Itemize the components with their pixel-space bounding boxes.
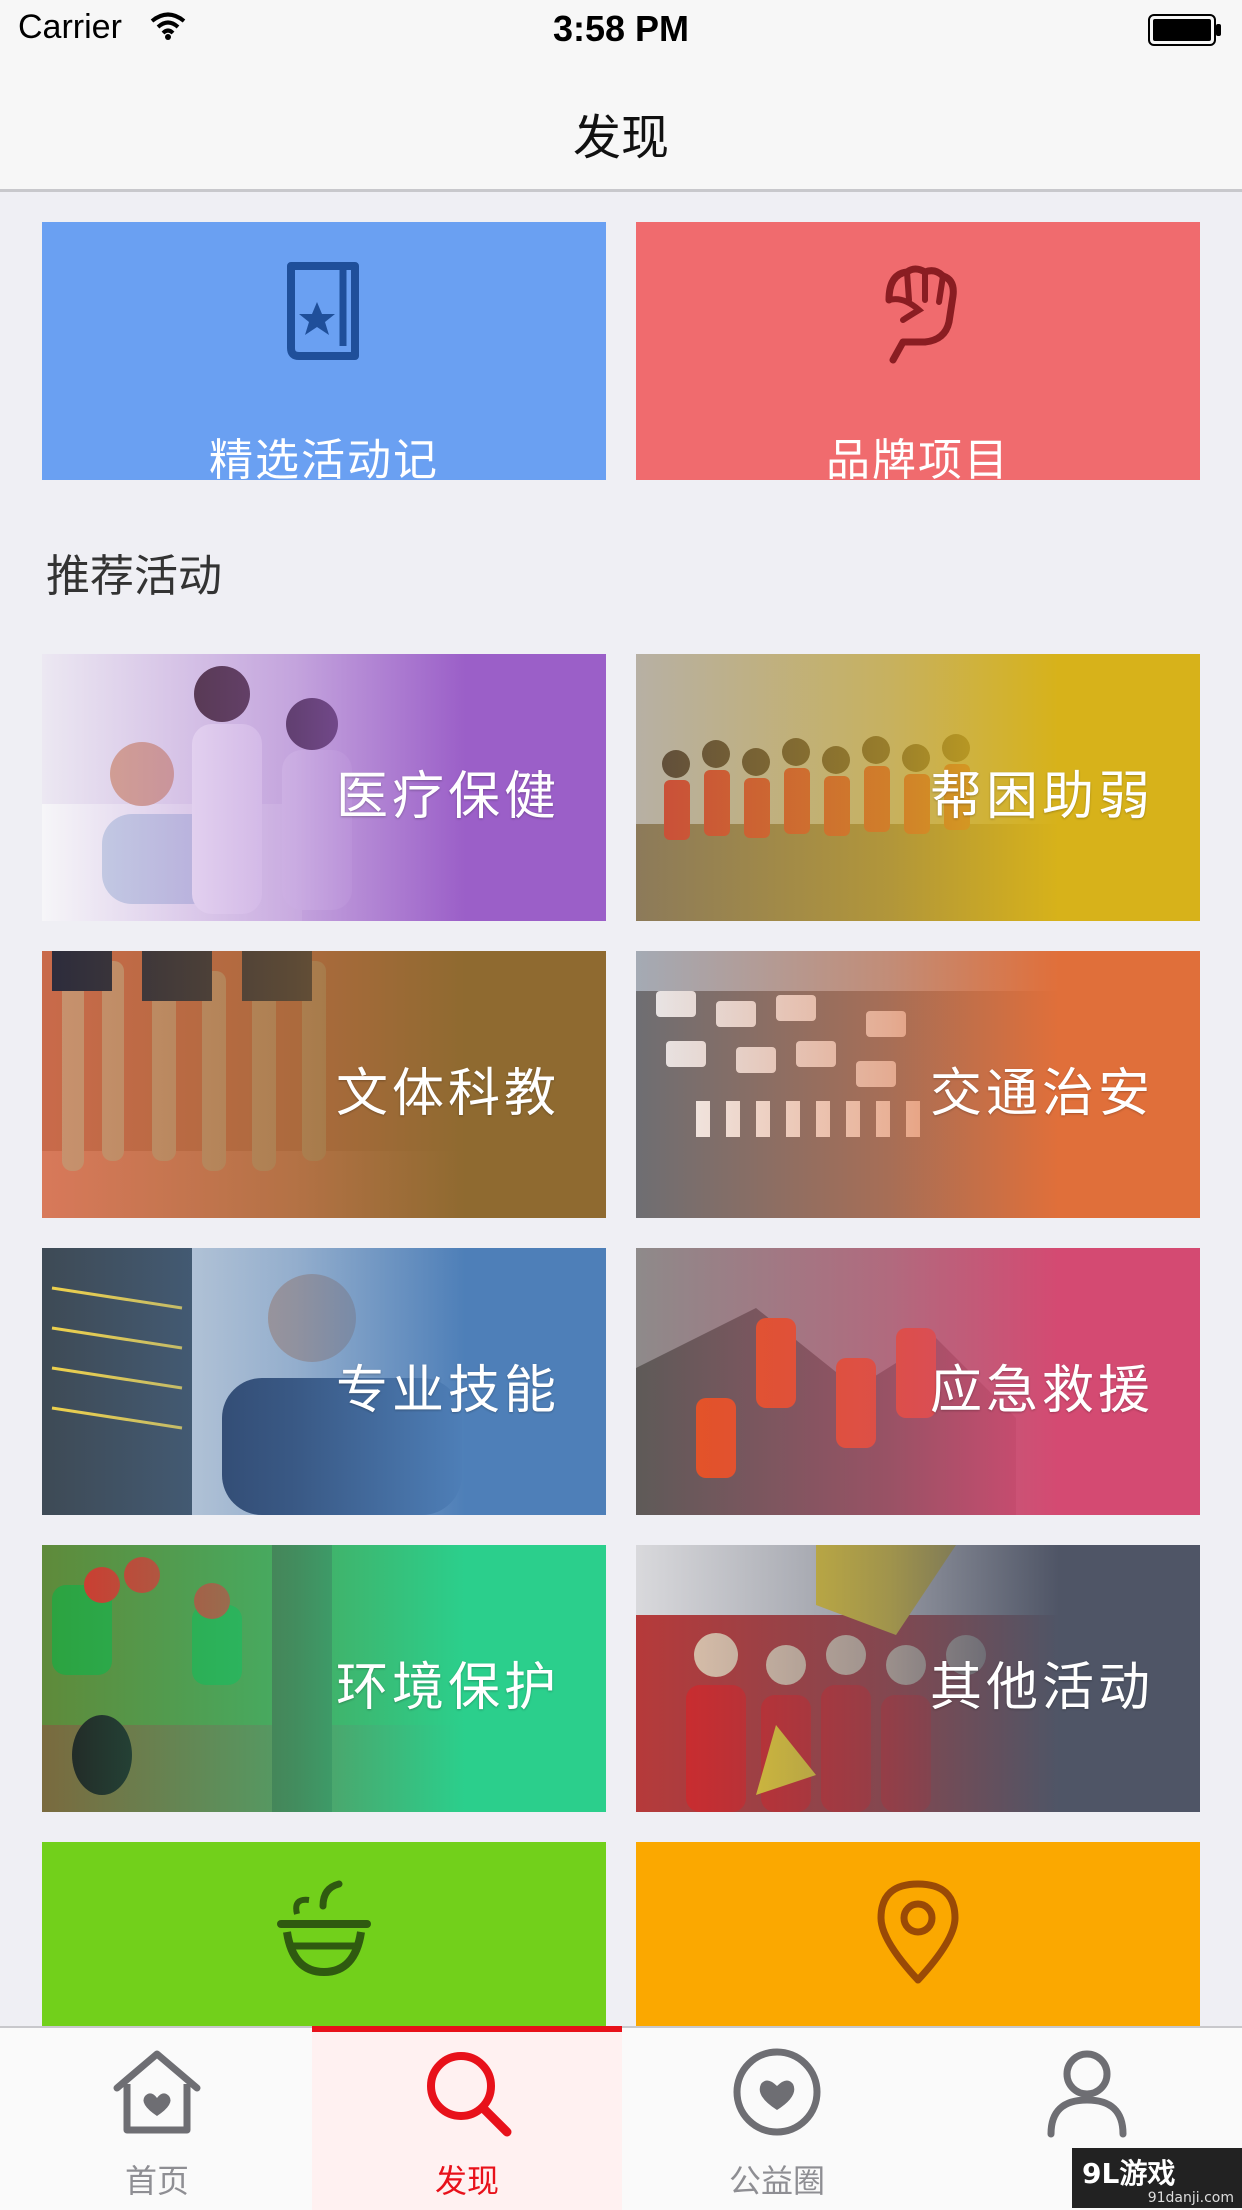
section-title: 推荐活动	[46, 551, 222, 602]
category-tile-other-activities[interactable]: 其他活动	[636, 1545, 1200, 1812]
tab-label: 公益圈	[728, 2162, 825, 2200]
featured-activity-card[interactable]: 精选活动记	[42, 222, 606, 486]
person-icon	[1047, 2050, 1127, 2138]
tab-charity-circle[interactable]: 公益圈	[622, 2028, 932, 2210]
category-label: 医疗保健	[335, 767, 560, 827]
category-tile-sports-education[interactable]: 文体科教	[42, 951, 606, 1218]
page-title: 发现	[572, 110, 669, 166]
book-star-icon	[287, 262, 359, 360]
category-label: 应急救援	[929, 1361, 1154, 1421]
featured-activity-label: 精选活动记	[209, 435, 439, 486]
category-label: 帮困助弱	[929, 767, 1154, 827]
category-tile-traffic-security[interactable]: 交通治安	[636, 951, 1200, 1218]
bottom-card-location[interactable]	[636, 1842, 1200, 2026]
home-heart-icon	[113, 2050, 201, 2134]
category-label: 文体科教	[335, 1064, 560, 1124]
tab-label: 发现	[434, 2162, 499, 2200]
bottom-card-basket[interactable]	[42, 1842, 606, 2026]
category-label: 其他活动	[929, 1658, 1154, 1718]
fist-icon	[885, 265, 957, 364]
basket-icon	[277, 1880, 371, 1976]
brand-projects-label: 品牌项目	[826, 435, 1010, 486]
category-label: 环境保护	[335, 1658, 560, 1718]
heart-circle-icon	[733, 2048, 821, 2136]
brand-projects-card[interactable]: 品牌项目	[636, 222, 1200, 486]
watermark-main: 9L游戏	[1082, 2157, 1176, 2190]
status-bar: Carrier 3:58 PM	[0, 0, 1242, 60]
watermark-sub: 91danji.com	[1147, 2190, 1234, 2206]
tab-discover[interactable]: 发现	[312, 2028, 622, 2210]
navigation-bar: 发现	[0, 60, 1242, 192]
location-pin-icon	[877, 1880, 959, 1984]
category-label: 交通治安	[929, 1064, 1154, 1124]
active-tab-indicator	[312, 2026, 622, 2032]
search-icon	[427, 2052, 512, 2137]
category-label: 专业技能	[335, 1361, 560, 1421]
tab-home[interactable]: 首页	[2, 2028, 312, 2210]
category-tile-professional-skills[interactable]: 专业技能	[42, 1248, 606, 1515]
category-tile-healthcare[interactable]: 医疗保健	[42, 654, 606, 921]
discover-content[interactable]: 精选活动记 品牌项目 推荐活动 医疗保健 帮困助弱 文体科教 交通治安 专业技能…	[0, 192, 1242, 2026]
tab-bar: 首页 发现 公益圈 我	[0, 2026, 1242, 2210]
battery-icon	[1148, 14, 1221, 46]
category-tile-emergency-rescue[interactable]: 应急救援	[636, 1248, 1200, 1515]
tab-label: 首页	[124, 2162, 189, 2200]
category-tile-poverty-relief[interactable]: 帮困助弱	[636, 654, 1200, 921]
category-tile-environmental-protection[interactable]: 环境保护	[42, 1545, 606, 1812]
status-time: 3:58 PM	[552, 8, 690, 49]
watermark-logo: 9L游戏 91danji.com	[1072, 2148, 1242, 2208]
